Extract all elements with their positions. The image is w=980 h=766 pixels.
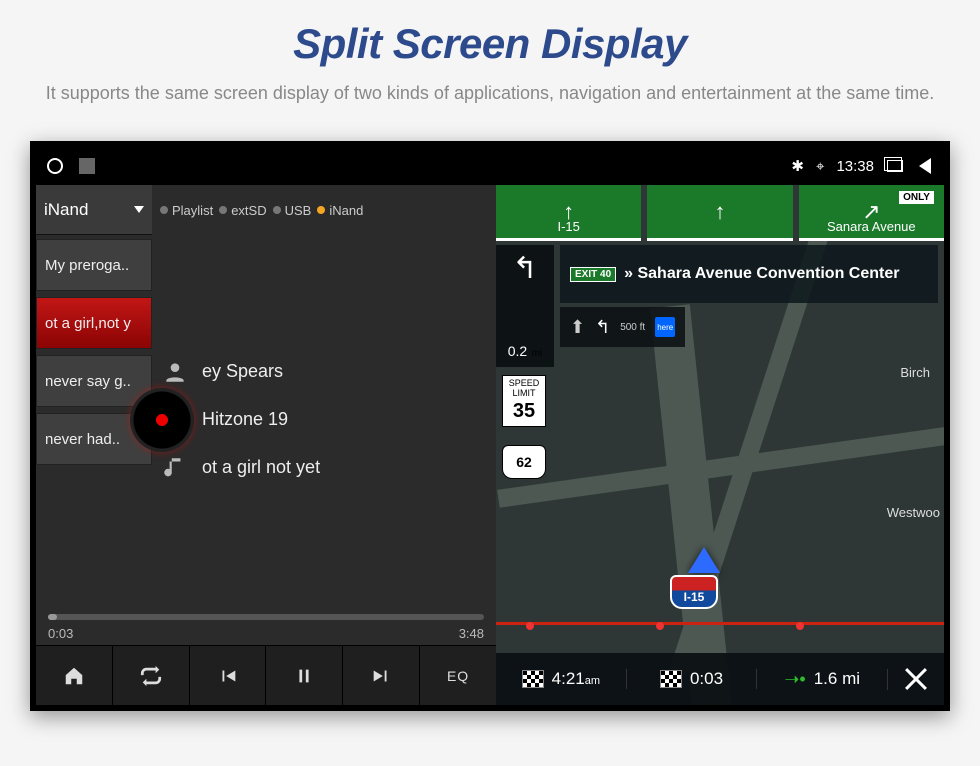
route-dot [796,622,804,630]
tab-inand[interactable]: iNand [317,203,363,218]
tab-usb[interactable]: USB [273,203,312,218]
nav-bottom-bar: 4:21am 0:03 ➝• 1.6 mi [496,653,944,705]
next-button[interactable] [343,646,420,705]
media-player-pane: iNand Playlist extSD USB iNand My prerog… [36,185,496,705]
prev-button[interactable] [190,646,267,705]
tab-playlist[interactable]: Playlist [160,203,213,218]
chevron-down-icon [134,206,144,213]
close-nav-button[interactable] [888,665,944,693]
album-art-icon [130,388,194,452]
status-bar: ✱ ⌖ 13:38 [36,147,944,185]
speed-limit-value: 35 [503,400,545,423]
only-badge: ONLY [899,191,934,204]
trip-time-segment[interactable]: 0:03 [627,669,758,689]
list-item[interactable]: ot a girl,not y [36,297,152,349]
navigation-pane[interactable]: Birch Westwoo I-15 ↑ I-15 ↑ ↗ [496,185,944,705]
remaining-distance-segment[interactable]: ➝• 1.6 mi [757,669,888,690]
turn-unit: mi [532,348,543,359]
page-title: Split Screen Display [40,20,940,68]
track-icon [162,455,188,481]
arrow-up-icon: ↑ [714,199,725,225]
home-button[interactable] [36,646,113,705]
here-badge: here [655,317,675,337]
repeat-button[interactable] [113,646,190,705]
lane-distance: 500 ft [620,322,645,333]
artist-name: ey Spears [202,361,283,382]
close-icon [902,665,930,693]
source-label: iNand [44,200,88,220]
route-line [496,622,944,625]
interstate-shield: I-15 [670,575,718,609]
now-playing-meta: ey Spears Hitzone 19 ot a girl not yet [152,235,496,604]
route-dot [656,622,664,630]
device-frame: ✱ ⌖ 13:38 iNand Playlist extSD USB iNand [30,141,950,711]
overhead-sign: ↑ [647,185,792,241]
progress-bar[interactable] [48,614,484,620]
route-dot [526,622,534,630]
progress-section: 0:03 3:48 [36,604,496,645]
gallery-icon[interactable] [78,157,96,175]
list-item[interactable]: never say g.. [36,355,152,407]
time-elapsed: 0:03 [48,626,73,641]
track-name: ot a girl not yet [202,457,320,478]
bluetooth-icon: ✱ [791,157,804,175]
destination-banner: EXIT 40 » Sahara Avenue Convention Cente… [560,245,938,303]
checkered-flag-icon [660,670,682,688]
eq-button[interactable]: EQ [420,646,496,705]
overhead-sign: ↗ ONLY Sanara Avenue [799,185,944,241]
back-icon[interactable] [916,157,934,175]
overhead-sign: ↑ I-15 [496,185,641,241]
lane-arrow-icon: ⬆ [570,317,585,338]
road-label: Birch [900,365,930,380]
exit-badge: EXIT 40 [570,267,616,282]
time-total: 3:48 [459,626,484,641]
destination-text: » Sahara Avenue Convention Center [624,265,899,283]
player-controls: EQ [36,645,496,705]
route-shield: 62 [502,445,546,479]
pause-button[interactable] [266,646,343,705]
overhead-signs: ↑ I-15 ↑ ↗ ONLY Sanara Avenue [496,185,944,241]
clock-time: 13:38 [836,158,874,175]
source-dropdown[interactable]: iNand [36,185,152,235]
distance-icon: ➝• [784,669,805,690]
road-label: Westwoo [887,505,940,520]
speed-limit-sign: SPEED LIMIT 35 [502,375,546,427]
promo-heading: Split Screen Display It supports the sam… [0,0,980,117]
sign-label: I-15 [557,219,579,234]
artist-icon [162,359,188,385]
sign-label: Sanara Avenue [827,219,916,234]
location-icon: ⌖ [816,158,824,175]
turn-panel: ↰ 0.2 mi [496,245,554,367]
vehicle-marker-icon [688,547,720,573]
eta-segment[interactable]: 4:21am [496,669,627,689]
album-name: Hitzone 19 [202,409,288,430]
page-subtitle: It supports the same screen display of t… [40,80,940,107]
recents-icon[interactable] [886,157,904,175]
turn-arrow-icon: ↰ [512,251,537,286]
source-tabs: Playlist extSD USB iNand [152,185,496,235]
lane-guidance: ⬆ ↰ 500 ft here [560,307,685,347]
lane-arrow-icon: ↰ [595,317,610,338]
home-circle-icon[interactable] [46,157,64,175]
tab-extsd[interactable]: extSD [219,203,266,218]
speed-limit-label: SPEED LIMIT [503,378,545,398]
checkered-flag-icon [522,670,544,688]
turn-distance: 0.2 [508,343,527,359]
list-item[interactable]: My preroga.. [36,239,152,291]
